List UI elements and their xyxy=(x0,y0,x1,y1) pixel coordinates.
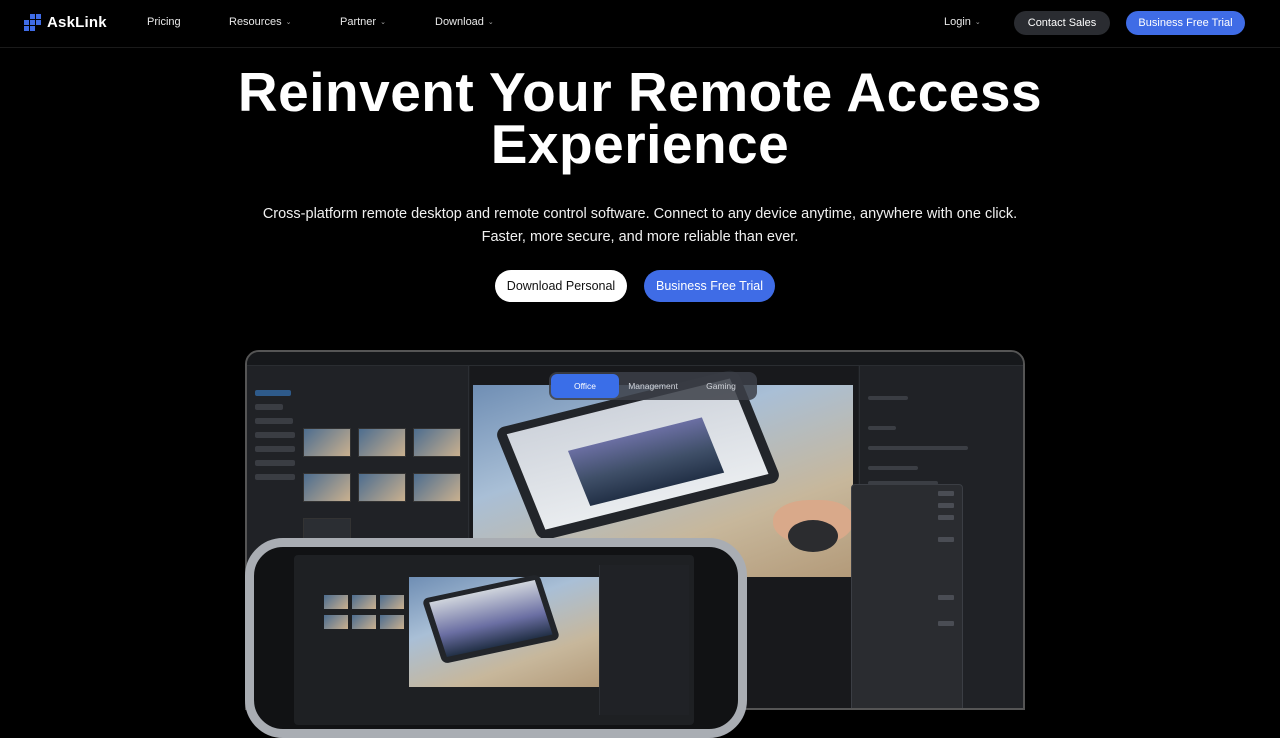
title-line-1: Reinvent Your Remote Access xyxy=(237,61,1043,123)
hero-subtitle: Cross-platform remote desktop and remote… xyxy=(0,203,1280,249)
context-menu xyxy=(851,484,963,708)
app-titlebar xyxy=(247,352,1023,366)
business-trial-nav-button[interactable]: Business Free Trial xyxy=(1126,11,1245,35)
nav-item-pricing[interactable]: Pricing xyxy=(147,16,181,28)
mobile-screen xyxy=(294,555,694,725)
tab-gaming[interactable]: Gaming xyxy=(687,374,755,398)
nav-item-label: Partner xyxy=(340,16,377,28)
tab-office[interactable]: Office xyxy=(551,374,619,398)
use-case-tabs: Office Management Gaming xyxy=(549,372,757,400)
login-label: Login xyxy=(944,16,971,28)
chevron-down-icon: ⌄ xyxy=(487,19,494,26)
mobile-preview-image xyxy=(409,574,604,687)
mobile-properties-panel xyxy=(599,565,689,715)
chevron-down-icon: ⌄ xyxy=(974,19,981,26)
asklink-logo-icon xyxy=(24,14,41,31)
nav-item-resources[interactable]: Resources ⌄ xyxy=(229,16,291,28)
title-line-2: Experience xyxy=(490,113,790,175)
brand-name: AskLink xyxy=(47,14,107,31)
nav-item-download[interactable]: Download ⌄ xyxy=(435,16,494,28)
nav-item-label: Pricing xyxy=(147,16,181,28)
download-personal-button[interactable]: Download Personal xyxy=(495,270,627,302)
chevron-down-icon: ⌄ xyxy=(380,19,386,26)
business-trial-hero-button[interactable]: Business Free Trial xyxy=(644,270,775,302)
logo[interactable]: AskLink xyxy=(24,14,107,31)
chevron-down-icon: ⌄ xyxy=(285,19,292,26)
tab-management[interactable]: Management xyxy=(619,374,687,398)
subtitle-line-2: Faster, more secure, and more reliable t… xyxy=(481,229,799,245)
top-nav: AskLink Pricing Resources ⌄ Partner ⌄ Do… xyxy=(0,0,1280,48)
nav-item-partner[interactable]: Partner ⌄ xyxy=(340,16,386,28)
nav-item-label: Resources xyxy=(229,16,282,28)
contact-sales-button[interactable]: Contact Sales xyxy=(1014,11,1110,35)
product-screenshot-mobile xyxy=(245,538,747,738)
page-title: Reinvent Your Remote Access Experience xyxy=(0,61,1280,175)
subtitle-line-1: Cross-platform remote desktop and remote… xyxy=(262,206,1018,222)
nav-item-label: Download xyxy=(435,16,484,28)
login-link[interactable]: Login ⌄ xyxy=(944,16,981,28)
